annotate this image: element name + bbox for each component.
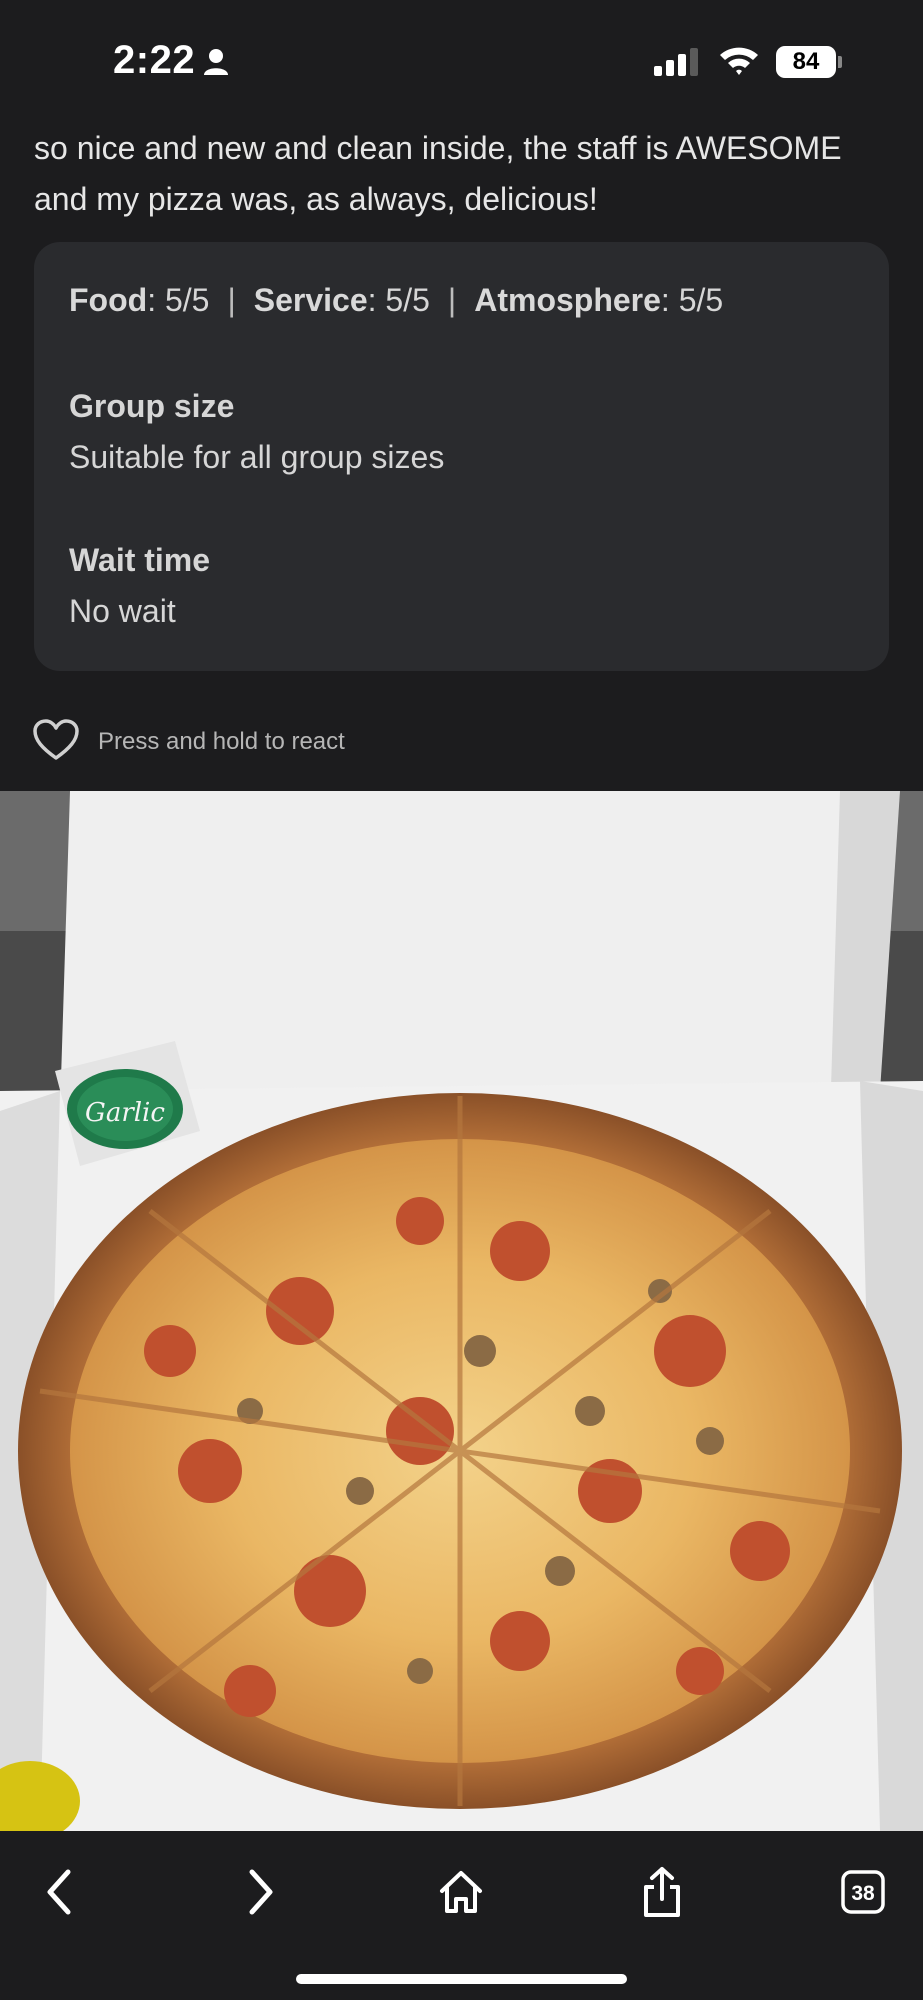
status-bar: 2:22 84 [0,0,923,120]
food-rating-value: 5/5 [164,282,210,318]
heart-icon [33,719,79,760]
battery-indicator: 84 [776,46,836,78]
wifi-icon [720,47,758,75]
pizza-illustration: Garlic [0,791,923,1831]
battery-level: 84 [792,48,820,75]
review-photo[interactable]: Garlic [0,791,923,1831]
back-button[interactable] [25,1857,95,1927]
atmosphere-rating-value: 5/5 [678,282,724,318]
home-icon [440,1871,482,1913]
react-hint: Press and hold to react [98,728,345,755]
cellular-signal-icon [654,48,698,76]
group-size-label: Group size [69,388,235,424]
tabs-count: 38 [851,1882,875,1905]
status-time: 2:22 [113,38,196,82]
chevron-right-icon [249,1869,273,1915]
ratings-row: Food: 5/5 | Service: 5/5 | Atmosphere: 5/5 [69,282,724,318]
service-rating-label: Service [253,282,368,318]
wait-time-value: No wait [69,593,176,629]
group-size-value: Suitable for all group sizes [69,439,445,475]
home-indicator[interactable] [296,1974,627,1984]
chevron-left-icon [47,1869,71,1915]
tabs-button[interactable]: 38 [828,1857,898,1927]
tabs-icon: 38 [841,1870,885,1914]
wait-time-label: Wait time [69,542,211,578]
forward-button[interactable] [225,1857,295,1927]
rating-separator: | [227,282,236,318]
react-button[interactable]: Press and hold to react [32,718,432,766]
share-icon [644,1867,680,1917]
person-icon [204,49,228,75]
battery-tip [838,56,842,68]
atmosphere-rating-label: Atmosphere [474,282,661,318]
review-text: so nice and new and clean inside, the st… [34,130,842,217]
review-details-card: Food: 5/5 | Service: 5/5 | Atmosphere: 5/5 G… [34,242,889,671]
service-rating-value: 5/5 [385,282,430,318]
rating-separator: | [447,282,457,318]
food-rating-label: Food [69,282,148,318]
garlic-label: Garlic [85,1098,165,1128]
share-button[interactable] [627,1857,697,1927]
home-button[interactable] [426,1857,496,1927]
